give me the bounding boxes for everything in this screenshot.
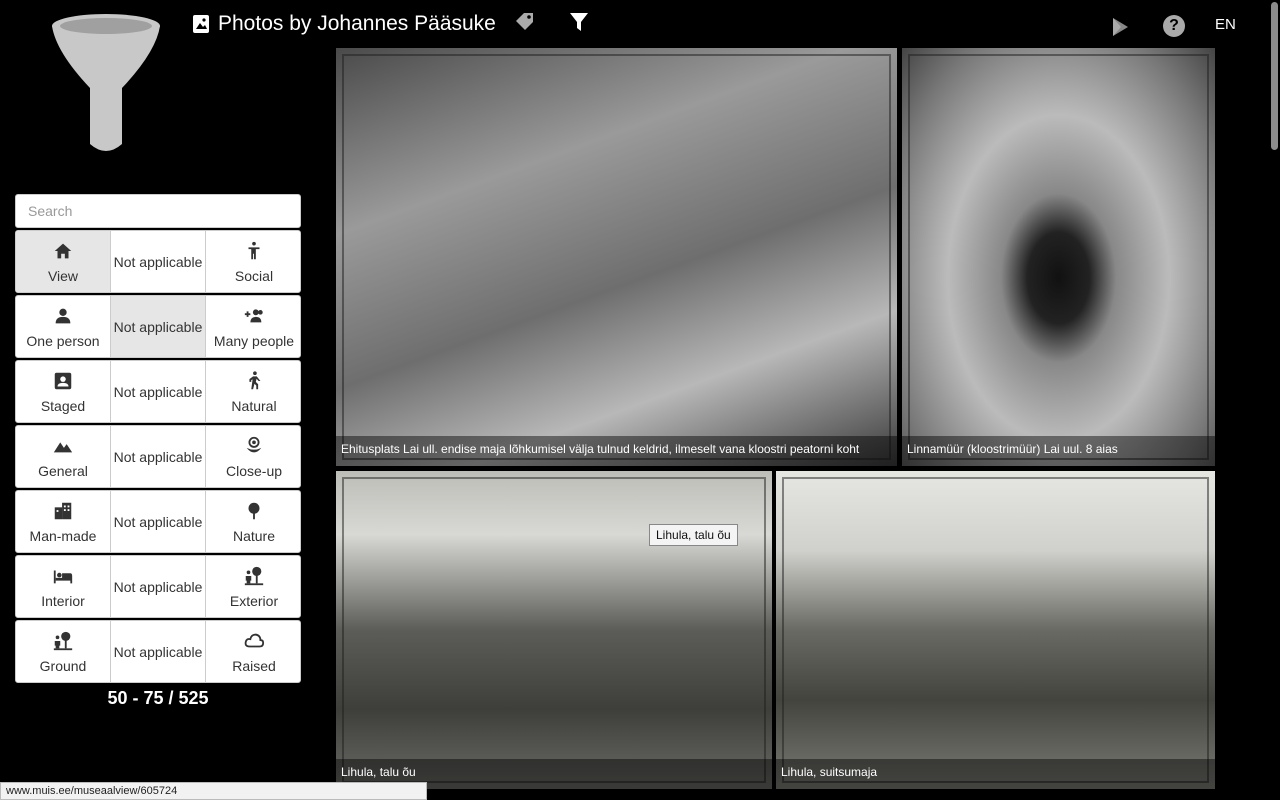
landscape-icon	[53, 441, 73, 452]
search-input[interactable]	[15, 194, 301, 228]
nature-person-icon	[53, 631, 73, 650]
funnel-icon	[52, 14, 160, 151]
filter-option-label: Ground	[39, 657, 87, 674]
filter-option-label: Social	[234, 267, 274, 284]
filter-row: One person Not applicable Many people	[15, 295, 301, 358]
filter-option-right[interactable]: Natural	[206, 361, 300, 422]
filter-option-right[interactable]: Nature	[206, 491, 300, 552]
photo-frame	[342, 54, 891, 460]
photo-tooltip: Lihula, talu õu	[649, 524, 738, 546]
filter-option-label: Natural	[231, 397, 277, 414]
photo-caption: Lihula, suitsumaja	[776, 759, 1215, 789]
filter-option-left[interactable]: One person	[16, 296, 111, 357]
filter-option-right[interactable]: Social	[206, 231, 300, 292]
filter-option-left[interactable]: Ground	[16, 621, 111, 682]
image-icon	[193, 15, 209, 33]
top-bar: Photos by Johannes Pääsuke ? EN	[0, 0, 1280, 48]
filter-icon[interactable]	[567, 10, 591, 34]
filter-option-middle[interactable]: Not applicable	[111, 621, 206, 682]
person-standing-icon	[248, 241, 260, 259]
photo-frame	[342, 477, 766, 783]
filter-option-right[interactable]: Exterior	[206, 556, 300, 617]
filter-option-right[interactable]: Many people	[206, 296, 300, 357]
tree-icon	[248, 502, 260, 519]
filter-option-label: Not applicable	[113, 643, 203, 660]
status-bar-url: www.muis.ee/museaalview/605724	[0, 782, 427, 800]
filter-option-label: Exterior	[229, 592, 279, 609]
bed-icon	[53, 570, 73, 583]
filter-grid: View Not applicable Social One person Not ap…	[15, 230, 301, 685]
photo-card[interactable]: Lihula, suitsumaja	[776, 471, 1215, 789]
filter-option-label: Staged	[40, 397, 86, 414]
filter-option-left[interactable]: Interior	[16, 556, 111, 617]
photo-frame	[782, 477, 1209, 783]
flower-icon	[246, 436, 262, 452]
album-title: Photos by Johannes Pääsuke	[192, 12, 496, 36]
play-icon[interactable]	[1108, 15, 1132, 39]
filter-option-middle[interactable]: Not applicable	[111, 426, 206, 487]
filter-option-label: Not applicable	[113, 513, 203, 530]
filter-option-label: View	[47, 267, 79, 284]
photo-card[interactable]: Linnamüür (kloostrimüür) Lai uul. 8 aias	[902, 48, 1215, 466]
filter-option-label: Nature	[232, 527, 276, 544]
filter-option-left[interactable]: General	[16, 426, 111, 487]
photo-card[interactable]: Ehitusplats Lai ull. endise maja lõhkumi…	[336, 48, 897, 466]
language-switch[interactable]: EN	[1215, 16, 1236, 33]
photo-caption: Linnamüür (kloostrimüür) Lai uul. 8 aias	[902, 436, 1215, 466]
tag-icon[interactable]	[513, 10, 537, 34]
group-add-icon	[244, 308, 263, 322]
album-title-text: Photos by Johannes Pääsuke	[218, 12, 496, 35]
building-icon	[54, 502, 72, 519]
filter-option-middle[interactable]: Not applicable	[111, 491, 206, 552]
filter-option-middle[interactable]: Not applicable	[111, 361, 206, 422]
filter-option-label: Not applicable	[113, 253, 203, 270]
walking-icon	[249, 370, 261, 389]
filter-option-left[interactable]: Man-made	[16, 491, 111, 552]
filter-option-right[interactable]: Close-up	[206, 426, 300, 487]
photo-frame	[908, 54, 1209, 460]
filter-option-middle[interactable]: Not applicable	[111, 296, 206, 357]
filter-row: Ground Not applicable Raised	[15, 620, 301, 683]
filter-row: View Not applicable Social	[15, 230, 301, 293]
filter-option-label: Not applicable	[113, 383, 203, 400]
filter-row: Staged Not applicable Natural	[15, 360, 301, 423]
filter-option-label: Not applicable	[113, 448, 203, 465]
help-icon[interactable]: ?	[1163, 15, 1185, 37]
filter-row: General Not applicable Close-up	[15, 425, 301, 488]
filter-option-label: Not applicable	[113, 578, 203, 595]
photo-caption: Ehitusplats Lai ull. endise maja lõhkumi…	[336, 436, 897, 466]
scrollbar-thumb[interactable]	[1271, 2, 1278, 150]
filter-option-middle[interactable]: Not applicable	[111, 231, 206, 292]
filter-option-label: Raised	[232, 657, 276, 674]
nature-person-icon	[244, 566, 264, 585]
result-counter: 50 - 75 / 525	[107, 688, 209, 708]
photo-card[interactable]: Lihula, talu õu	[336, 471, 772, 789]
filter-row: Man-made Not applicable Nature	[15, 490, 301, 553]
filter-option-label: Not applicable	[113, 318, 203, 335]
filter-option-label: One person	[26, 332, 100, 349]
filter-option-label: Interior	[41, 592, 85, 609]
filter-option-left[interactable]: View	[16, 231, 111, 292]
filter-option-label: Many people	[213, 332, 295, 349]
filter-row: Interior Not applicable Exterior	[15, 555, 301, 618]
portrait-icon	[54, 372, 72, 389]
filter-option-label: Close-up	[225, 462, 283, 479]
filter-option-right[interactable]: Raised	[206, 621, 300, 682]
filter-option-label: General	[38, 462, 88, 479]
cloud-icon	[244, 633, 265, 647]
home-icon	[54, 243, 72, 258]
filter-option-left[interactable]: Staged	[16, 361, 111, 422]
filter-option-label: Man-made	[29, 527, 97, 544]
person-icon	[55, 308, 71, 323]
filter-option-middle[interactable]: Not applicable	[111, 556, 206, 617]
